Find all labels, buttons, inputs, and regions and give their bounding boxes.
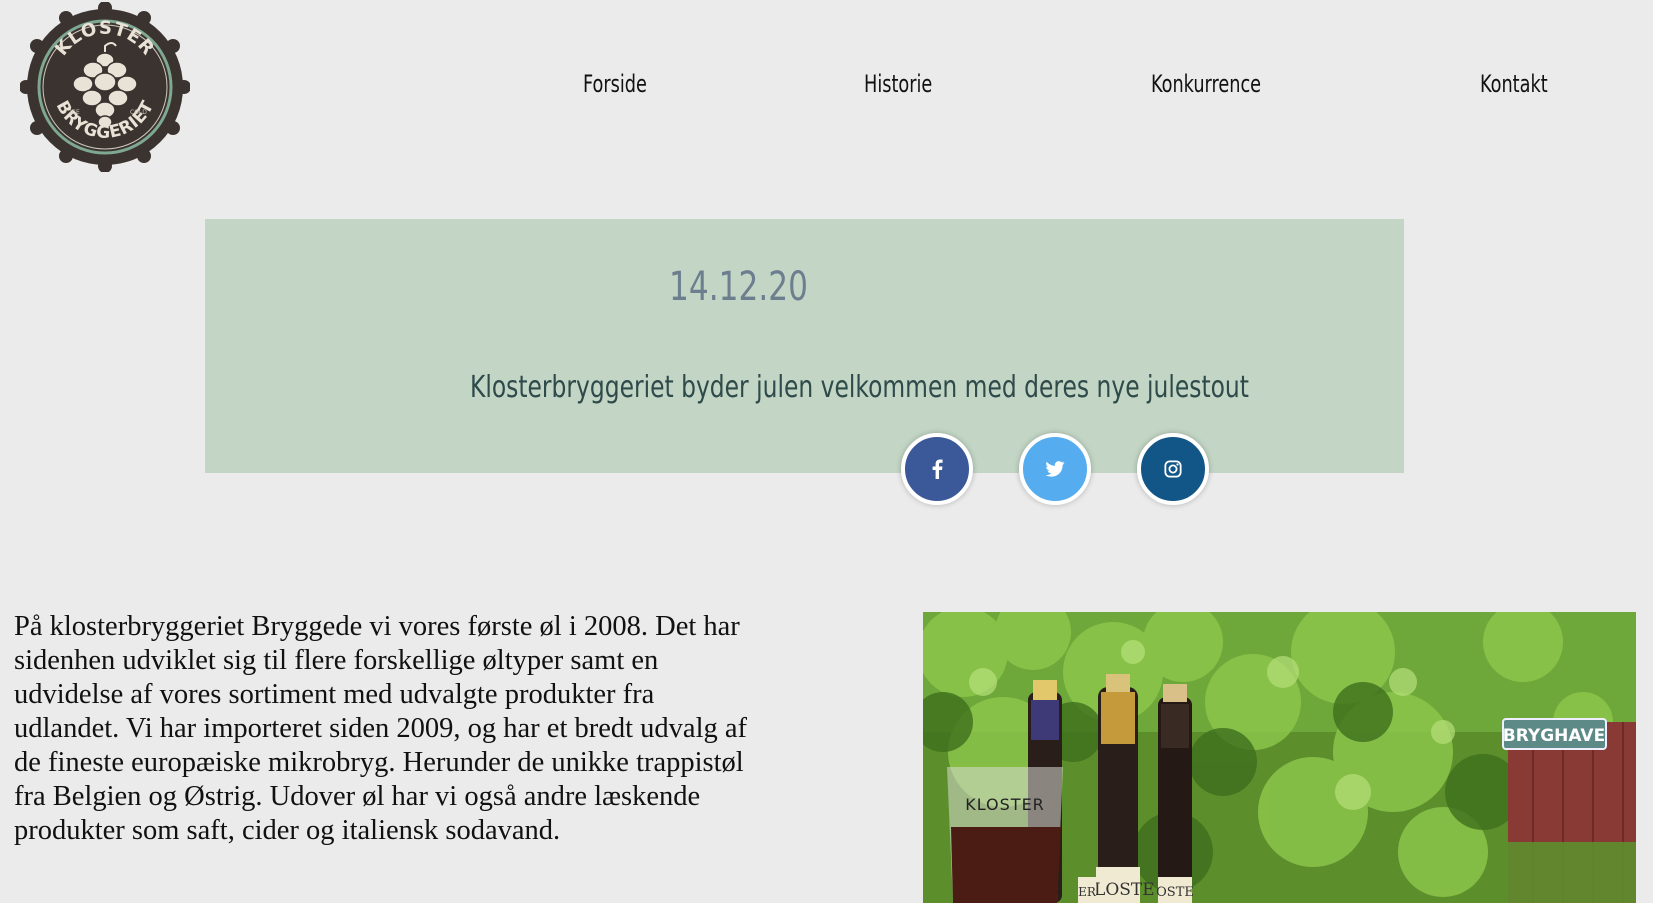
svg-text:COLD: COLD [130,109,147,116]
nav-link-kontakt[interactable]: Kontakt [1480,70,1548,98]
news-headline: Klosterbryggeriet byder julen velkommen … [470,370,1249,405]
twitter-button[interactable] [1019,433,1091,505]
logo-badge-icon: KLOSTER BRYGGERIET ICE COLD [19,1,191,173]
page: KLOSTER BRYGGERIET ICE COLD Forside Hist… [0,0,1653,903]
intro-paragraph: På klosterbryggeriet Bryggede vi vores f… [14,611,748,846]
svg-text:KLOSTER: KLOSTER [965,795,1045,814]
svg-text:OSTE: OSTE [1156,885,1194,900]
news-date: 14.12.20 [669,264,808,310]
svg-text:ER: ER [1078,885,1097,899]
nav-link-historie[interactable]: Historie [864,70,932,98]
instagram-icon [1164,460,1182,478]
facebook-icon [932,459,943,479]
beer-bottles-image: BRYGHAVE KLOSTE OSTE ER KLOSTER [923,612,1636,903]
nav-link-konkurrence[interactable]: Konkurrence [1151,70,1261,98]
facebook-button[interactable] [901,433,973,505]
news-banner [205,219,1404,473]
nav-link-forside[interactable]: Forside [583,70,647,98]
beer-garden-photo: BRYGHAVE KLOSTE OSTE ER KLOSTER [923,612,1636,903]
brewery-logo[interactable]: KLOSTER BRYGGERIET ICE COLD [19,1,191,173]
svg-text:BRYGHAVE: BRYGHAVE [1503,726,1605,746]
svg-text:ICE: ICE [70,109,80,116]
twitter-icon [1045,461,1065,477]
instagram-button[interactable] [1137,433,1209,505]
